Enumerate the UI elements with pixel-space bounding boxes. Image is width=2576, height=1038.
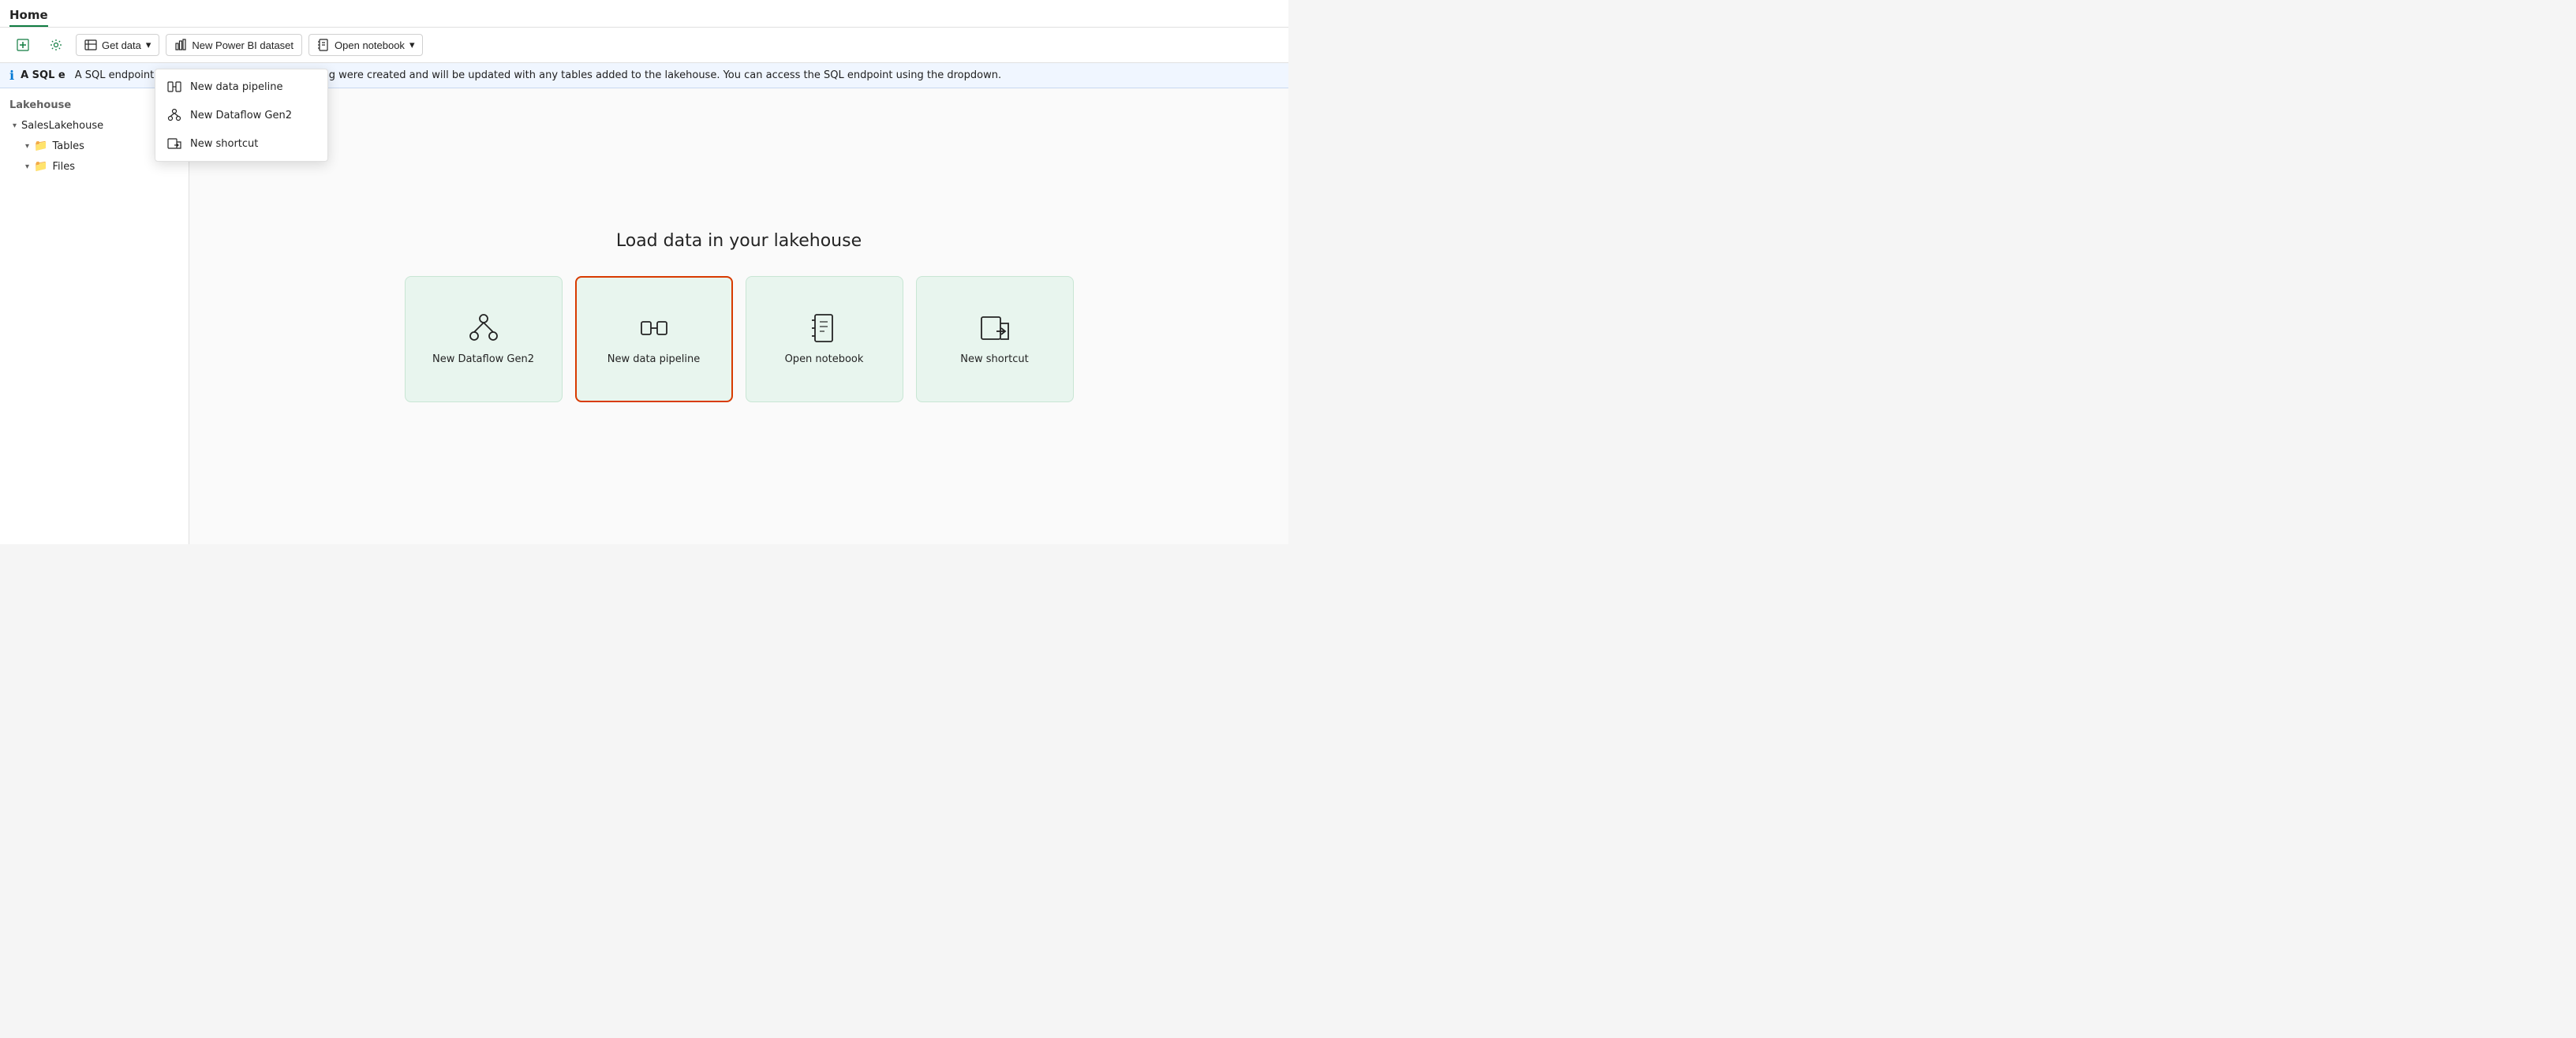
settings-icon (50, 39, 62, 51)
power-bi-icon (174, 39, 187, 51)
new-item-button[interactable] (9, 35, 36, 55)
chevron-down-icon: ▾ (146, 39, 151, 51)
pipeline-card-label: New data pipeline (608, 353, 700, 365)
cards-row: New Dataflow Gen2 New data pipeline (405, 276, 1074, 402)
new-power-bi-button[interactable]: New Power BI dataset (166, 34, 302, 56)
tables-chevron-icon: ▾ (25, 142, 29, 151)
info-icon: ℹ (9, 68, 14, 83)
shortcut-menu-icon (166, 136, 182, 151)
card-shortcut[interactable]: New shortcut (916, 276, 1074, 402)
get-data-button[interactable]: Get data ▾ (76, 34, 159, 56)
saleslakehouse-label: SalesLakehouse (21, 120, 103, 132)
page-title: Home (9, 3, 48, 27)
card-pipeline[interactable]: New data pipeline (575, 276, 733, 402)
tables-folder-icon: 📁 (34, 140, 47, 152)
notebook-icon (317, 39, 330, 51)
menu-item-pipeline[interactable]: New data pipeline (155, 73, 327, 101)
open-notebook-button[interactable]: Open notebook ▾ (308, 34, 423, 56)
dataflow-card-icon (468, 312, 499, 344)
files-label: Files (52, 161, 75, 173)
dataflow-card-label: New Dataflow Gen2 (432, 353, 534, 365)
content-area: Load data in your lakehouse New Dataflow… (189, 88, 1288, 544)
shortcut-card-icon (979, 312, 1011, 344)
settings-button[interactable] (43, 35, 69, 55)
menu-item-shortcut[interactable]: New shortcut (155, 129, 327, 158)
menu-item-dataflow[interactable]: New Dataflow Gen2 (155, 101, 327, 129)
notebook-card-label: Open notebook (785, 353, 864, 365)
files-chevron-icon: ▾ (25, 162, 29, 171)
pipeline-menu-icon (166, 79, 182, 95)
tables-label: Tables (52, 140, 84, 152)
files-folder-icon: 📁 (34, 160, 47, 173)
shortcut-card-label: New shortcut (960, 353, 1028, 365)
pipeline-card-icon (638, 312, 670, 344)
get-data-icon (84, 39, 97, 51)
chevron-expand-icon: ▾ (13, 121, 17, 130)
card-dataflow[interactable]: New Dataflow Gen2 (405, 276, 563, 402)
notebook-chevron-icon: ▾ (409, 39, 415, 51)
get-data-dropdown: New data pipeline New Dataflow Gen2 (155, 69, 328, 162)
dataflow-menu-icon (166, 107, 182, 123)
notebook-card-icon (809, 312, 840, 344)
card-notebook[interactable]: Open notebook (746, 276, 903, 402)
content-heading: Load data in your lakehouse (616, 231, 862, 251)
new-item-icon (17, 39, 29, 51)
